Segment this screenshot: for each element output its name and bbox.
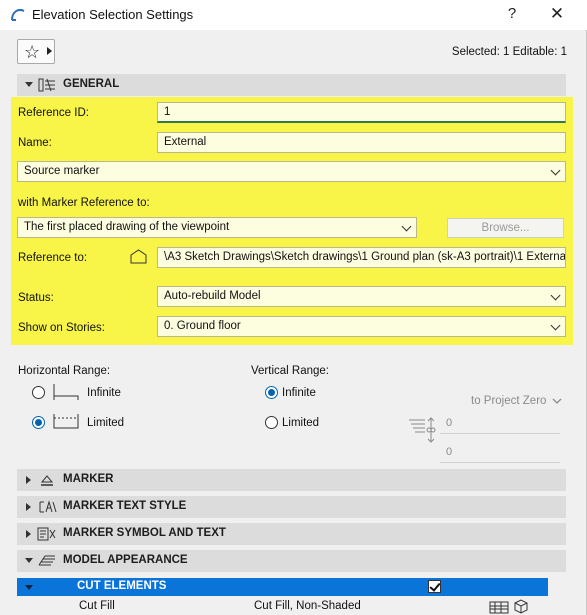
cut-fill-value[interactable]: Cut Fill, Non-Shaded bbox=[254, 600, 361, 612]
vertical-infinite-label: Infinite bbox=[282, 387, 316, 399]
cut-elements-label: CUT ELEMENTS bbox=[77, 580, 167, 592]
horizontal-limited-radio[interactable] bbox=[32, 416, 45, 429]
collapse-arrow-icon bbox=[25, 82, 33, 87]
reference-id-input[interactable]: 1 bbox=[157, 102, 566, 123]
chevron-down-icon bbox=[550, 290, 561, 301]
reference-id-label: Reference ID: bbox=[18, 107, 89, 119]
text-style-icon bbox=[39, 500, 57, 513]
section-label: MARKER bbox=[63, 473, 114, 485]
fill-pattern-icon[interactable] bbox=[488, 598, 510, 614]
chevron-down-icon bbox=[401, 221, 412, 232]
chevron-down-icon bbox=[552, 398, 562, 404]
vertical-limits-icon bbox=[409, 417, 436, 443]
limited-range-icon bbox=[53, 414, 79, 429]
status-value: Auto-rebuild Model bbox=[164, 290, 261, 302]
marker-reference-label: with Marker Reference to: bbox=[18, 197, 150, 209]
reference-to-field: \A3 Sketch Drawings\Sketch drawings\1 Gr… bbox=[157, 247, 566, 268]
show-on-stories-dropdown[interactable]: 0. Ground floor bbox=[157, 316, 566, 337]
horizontal-infinite-radio[interactable] bbox=[32, 386, 45, 399]
stories-value: 0. Ground floor bbox=[164, 320, 241, 332]
bottom-limit-input[interactable]: 0 bbox=[440, 443, 560, 463]
vertical-limited-radio[interactable] bbox=[265, 416, 278, 429]
close-button[interactable]: ✕ bbox=[545, 4, 569, 24]
help-button[interactable]: ? bbox=[502, 4, 522, 24]
section-label: MARKER SYMBOL AND TEXT bbox=[63, 527, 226, 539]
marker-icon bbox=[40, 475, 54, 486]
horizontal-range-label: Horizontal Range: bbox=[18, 365, 111, 377]
vertical-infinite-radio[interactable] bbox=[265, 386, 278, 399]
section-label: MARKER TEXT STYLE bbox=[63, 500, 187, 512]
chevron-down-icon bbox=[550, 165, 561, 176]
name-label: Name: bbox=[18, 137, 52, 149]
infinite-range-icon bbox=[53, 384, 79, 400]
favorites-button[interactable]: ☆ bbox=[17, 39, 55, 64]
top-limit-input[interactable]: 0 bbox=[440, 414, 560, 434]
window-title: Elevation Selection Settings bbox=[32, 7, 194, 22]
cut-elements-checkbox[interactable] bbox=[428, 580, 441, 593]
collapse-arrow-icon bbox=[25, 558, 33, 563]
browse-button[interactable]: Browse... bbox=[447, 218, 564, 238]
cut-fill-label: Cut Fill bbox=[79, 600, 115, 612]
selection-info: Selected: 1 Editable: 1 bbox=[451, 46, 567, 58]
model-appearance-icon bbox=[38, 555, 55, 566]
cube-icon[interactable] bbox=[513, 598, 529, 614]
marker-type-value: Source marker bbox=[24, 165, 100, 177]
section-general[interactable]: GENERAL bbox=[17, 74, 566, 96]
section-marker-symbol-and-text[interactable]: MARKER SYMBOL AND TEXT bbox=[17, 523, 566, 545]
chevron-down-icon bbox=[550, 320, 561, 331]
vertical-limited-label: Limited bbox=[282, 417, 320, 429]
reference-to-label: Reference to: bbox=[18, 252, 88, 264]
section-label: GENERAL bbox=[63, 78, 120, 90]
horizontal-infinite-label: Infinite bbox=[87, 387, 121, 399]
elevation-app-icon bbox=[11, 9, 25, 21]
marker-reference-dropdown[interactable]: The first placed drawing of the viewpoin… bbox=[17, 217, 417, 238]
cut-elements-row[interactable]: CUT ELEMENTS bbox=[17, 578, 548, 596]
house-icon bbox=[130, 249, 147, 264]
name-input[interactable]: External bbox=[157, 132, 566, 153]
chevron-right-icon bbox=[47, 47, 52, 55]
expand-arrow-icon bbox=[26, 476, 31, 484]
show-on-stories-label: Show on Stories: bbox=[18, 322, 105, 334]
vertical-range-label: Vertical Range: bbox=[251, 365, 329, 377]
expand-arrow-icon bbox=[26, 530, 31, 538]
to-project-zero-label: to Project Zero bbox=[471, 395, 547, 407]
collapse-arrow-icon bbox=[25, 585, 33, 590]
status-dropdown[interactable]: Auto-rebuild Model bbox=[157, 286, 566, 307]
section-label: MODEL APPEARANCE bbox=[63, 554, 188, 566]
symbol-text-icon bbox=[37, 527, 56, 541]
section-marker-text-style[interactable]: MARKER TEXT STYLE bbox=[17, 496, 566, 518]
section-marker[interactable]: MARKER bbox=[17, 469, 566, 491]
status-label: Status: bbox=[18, 292, 54, 304]
section-model-appearance[interactable]: MODEL APPEARANCE bbox=[17, 550, 566, 572]
marker-reference-value: The first placed drawing of the viewpoin… bbox=[24, 221, 230, 233]
marker-type-dropdown[interactable]: Source marker bbox=[17, 161, 566, 182]
general-settings-icon bbox=[38, 78, 55, 92]
expand-arrow-icon bbox=[26, 503, 31, 511]
horizontal-limited-label: Limited bbox=[87, 417, 125, 429]
star-icon: ☆ bbox=[24, 42, 41, 62]
